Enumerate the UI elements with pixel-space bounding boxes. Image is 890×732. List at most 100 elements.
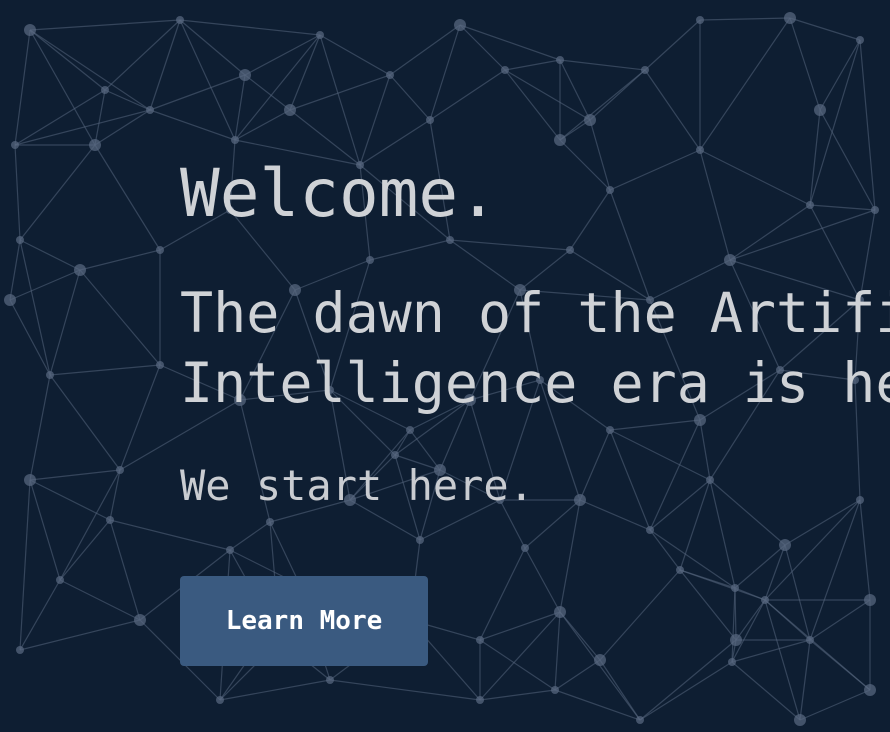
hero-section: Welcome. The dawn of the Artificial Inte… [0,0,890,732]
network-line [504,69,561,141]
network-line [699,149,731,261]
network-line [389,24,461,76]
network-line [819,109,876,211]
network-node [728,658,736,666]
network-node [284,104,296,116]
network-line [229,521,271,551]
network-node [646,526,654,534]
network-line [599,569,681,661]
network-line [809,599,871,641]
network-node [806,636,814,644]
network-line [799,689,871,721]
network-node [806,201,814,209]
network-line [429,69,506,121]
network-node [231,136,239,144]
network-node [116,466,124,474]
network-line [699,17,791,151]
network-line [94,89,106,146]
network-line [59,519,111,581]
learn-more-button[interactable]: Learn More [180,576,428,666]
network-line [809,39,861,206]
network-line [644,19,701,71]
network-line [14,29,31,146]
network-node [366,256,374,264]
network-line [19,619,141,651]
network-line [104,89,151,111]
network-node [501,66,509,74]
subline: We start here. [180,461,535,510]
network-node [551,686,559,694]
network-node [266,518,274,526]
network-line [29,479,111,521]
network-line [819,39,861,111]
network-node [814,104,826,116]
network-line [729,204,811,261]
network-node [556,56,564,64]
tagline-line-2: Intelligence era is here. [180,351,890,415]
network-line [504,59,561,71]
network-line [244,34,321,76]
network-node [16,646,24,654]
network-line [29,29,151,111]
network-line [49,374,121,471]
network-node [226,546,234,554]
network-node [730,634,742,646]
network-line [559,69,646,141]
network-node [146,106,154,114]
network-line [859,39,876,211]
network-node [706,476,714,484]
tagline-line-1: The dawn of the Artificial [180,281,890,345]
network-node [386,71,394,79]
network-node [594,654,606,666]
network-node [101,86,109,94]
network-line [731,599,766,663]
network-node [521,544,529,552]
network-node [89,139,101,151]
network-node [676,566,684,574]
network-node [74,264,86,276]
network-node [134,614,146,626]
network-node [794,714,806,726]
network-node [11,141,19,149]
network-line [649,529,736,589]
network-node [606,186,614,194]
network-node [856,496,864,504]
network-line [699,149,811,206]
network-line [109,519,231,551]
network-line [809,204,876,211]
network-line [394,429,411,456]
network-line [729,209,876,261]
network-line [784,499,861,546]
network-line [554,611,561,691]
network-node [176,16,184,24]
network-line [859,499,871,601]
network-line [784,544,811,641]
network-line [79,269,161,366]
network-node [426,116,434,124]
network-line [19,479,31,651]
network-line [789,17,861,41]
network-line [699,17,791,21]
network-node [406,426,414,434]
network-line [731,639,811,663]
network-node [636,716,644,724]
network-line [609,429,711,481]
network-line [764,599,801,721]
network-line [554,689,641,721]
network-node [416,536,424,544]
network-node [574,494,586,506]
network-node [4,294,16,306]
network-line [524,547,561,613]
network-line [179,19,321,36]
network-line [29,479,61,581]
network-line [639,639,737,721]
network-node [316,31,324,39]
network-node [156,361,164,369]
network-node [779,539,791,551]
network-line [329,679,481,701]
network-node [864,684,876,696]
network-node [696,16,704,24]
network-line [731,661,801,721]
network-node [156,246,164,254]
network-line [49,364,161,376]
